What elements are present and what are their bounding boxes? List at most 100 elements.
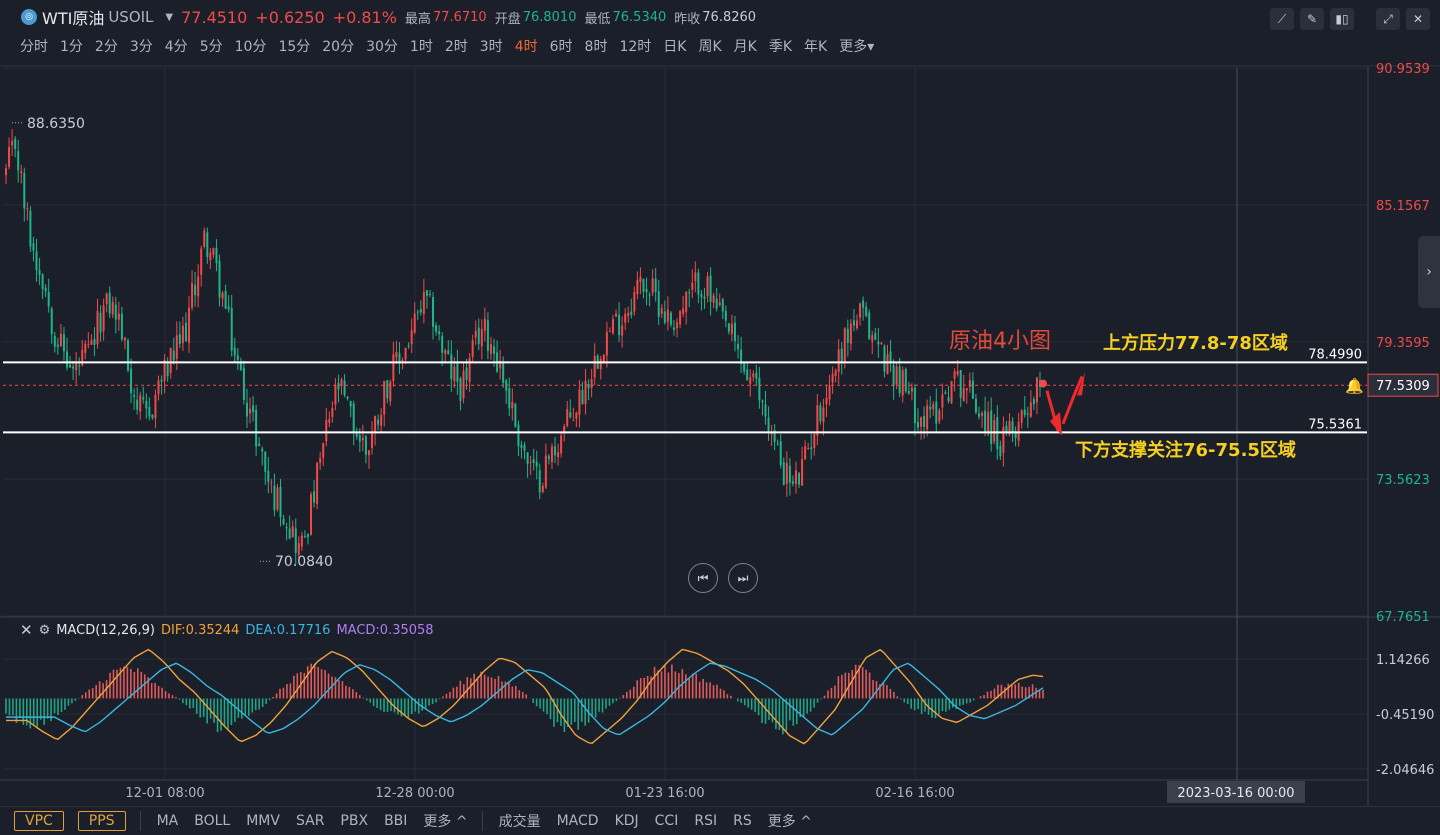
candle-body (166, 363, 169, 377)
timeframe-0[interactable]: 分时 (20, 36, 48, 58)
draw-icon[interactable]: ✎ (1300, 8, 1324, 30)
candle-body (584, 380, 587, 405)
candle-body (892, 365, 895, 387)
candle-body (935, 401, 938, 424)
timeframe-12[interactable]: 3时 (480, 36, 503, 58)
main-indicator-pbx[interactable]: PBX (340, 813, 368, 829)
main-indicator-bbi[interactable]: BBI (384, 813, 407, 829)
high-label: 最高 (404, 11, 431, 27)
candle-body (947, 397, 950, 402)
timeframe-16[interactable]: 12时 (619, 36, 651, 58)
main-indicator-ma[interactable]: MA (157, 813, 179, 829)
price-tick-label: 85.1567 (1376, 199, 1430, 214)
main-indicator-sar[interactable]: SAR (296, 813, 324, 829)
timeframe-1[interactable]: 1分 (60, 36, 83, 58)
timeframe-3[interactable]: 3分 (130, 36, 153, 58)
candle-body (1035, 377, 1038, 403)
main-indicator-mmv[interactable]: MMV (246, 813, 280, 829)
timeframe-21[interactable]: 年K (804, 36, 827, 58)
timeframe-8[interactable]: 20分 (322, 36, 354, 58)
candle-body (932, 404, 935, 410)
candle-body (654, 278, 657, 292)
main-indicator-more[interactable]: 更多 ^ (423, 811, 467, 831)
candle-body (807, 447, 810, 449)
vpc-button[interactable]: VPC (14, 811, 64, 831)
candle-body (325, 420, 328, 442)
candle-body (139, 395, 142, 412)
candle-body (855, 320, 858, 328)
candle-body (520, 444, 523, 449)
candle-body (913, 387, 916, 423)
candle-body (432, 297, 435, 327)
pps-button[interactable]: PPS (77, 811, 126, 831)
candle-body (212, 248, 215, 255)
timeframe-6[interactable]: 10分 (235, 36, 267, 58)
symbol-name[interactable]: WTI原油 (42, 5, 104, 29)
sub-indicator-rs[interactable]: RS (733, 813, 752, 829)
timeframe-7[interactable]: 15分 (278, 36, 310, 58)
candle-body (401, 359, 404, 361)
side-panel-toggle-icon[interactable]: › (1418, 236, 1440, 308)
price-chart[interactable]: 90.9539 85.1567 79.3595 73.5623 67.7651 1.142… (0, 0, 1440, 835)
candle-body (319, 458, 322, 464)
candle-body (245, 402, 248, 417)
timeframe-19[interactable]: 月K (734, 36, 757, 58)
candle-body (56, 344, 59, 348)
sub-indicator-more[interactable]: 更多 ^ (768, 811, 812, 831)
open-label: 开盘 (494, 11, 521, 27)
sub-indicator-kdj[interactable]: KDJ (615, 813, 639, 829)
timeframe-9[interactable]: 30分 (366, 36, 398, 58)
main-indicator-boll[interactable]: BOLL (194, 813, 230, 829)
timeframe-14[interactable]: 6时 (550, 36, 573, 58)
candle-body (297, 543, 300, 555)
timeframe-22[interactable]: 更多▾ (839, 36, 874, 58)
candle-body (188, 307, 191, 343)
timeframe-20[interactable]: 季K (769, 36, 792, 58)
candle-body (47, 292, 50, 307)
candle-body (1032, 399, 1035, 405)
sub-indicator-volume[interactable]: 成交量 (499, 811, 541, 831)
scroll-back-icon[interactable]: ⏮ (688, 563, 718, 593)
candle-body (730, 323, 733, 334)
timeframe-2[interactable]: 2分 (95, 36, 118, 58)
candle-body (8, 146, 11, 167)
timeframe-15[interactable]: 8时 (585, 36, 608, 58)
settings-gear-icon[interactable]: ⚙ (39, 623, 51, 638)
sub-indicator-cci[interactable]: CCI (655, 813, 679, 829)
candle-body (1002, 426, 1005, 453)
sub-indicator-macd[interactable]: MACD (557, 813, 599, 829)
candle-body (361, 437, 364, 441)
symbol-dropdown-icon[interactable]: ▼ (165, 12, 173, 23)
candle-body (127, 340, 130, 371)
low-label: 最低 (584, 11, 611, 27)
candle-type-icon[interactable]: ▮▯ (1330, 8, 1354, 30)
timeframe-13[interactable]: 4时 (515, 36, 538, 58)
timeframe-18[interactable]: 周K (698, 36, 721, 58)
timeframe-5[interactable]: 5分 (200, 36, 223, 58)
timeframe-4[interactable]: 4分 (165, 36, 188, 58)
candle-body (32, 243, 35, 251)
close-icon[interactable]: ✕ (1406, 8, 1430, 30)
candle-body (611, 319, 614, 334)
symbol-code[interactable]: USOIL (108, 8, 153, 26)
candle-body (306, 534, 309, 537)
timeframe-17[interactable]: 日K (663, 36, 686, 58)
candle-body (169, 348, 172, 373)
candle-body (209, 252, 212, 261)
candle-body (715, 298, 718, 309)
candle-body (172, 350, 175, 361)
fullscreen-icon[interactable]: ⤢ (1376, 8, 1400, 30)
indicator-icon[interactable]: ⟋ (1270, 8, 1294, 30)
timeframe-10[interactable]: 1时 (410, 36, 433, 58)
candle-body (801, 459, 804, 486)
prev-close-label: 昨收 (674, 11, 701, 27)
candle-body (407, 345, 410, 347)
sub-indicator-rsi[interactable]: RSI (694, 813, 717, 829)
timeframe-11[interactable]: 2时 (445, 36, 468, 58)
close-indicator-icon[interactable]: ✕ (20, 621, 33, 639)
candle-body (907, 391, 910, 394)
scroll-forward-icon[interactable]: ⏭ (728, 563, 758, 593)
candle-body (438, 331, 441, 335)
candle-body (804, 446, 807, 460)
candle-body (206, 232, 209, 258)
